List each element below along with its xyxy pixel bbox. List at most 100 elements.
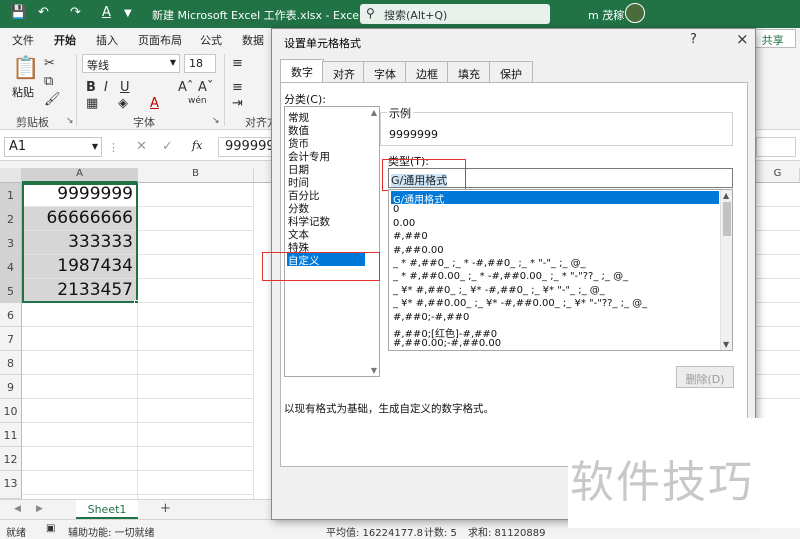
user-name[interactable]: m 茂稼 <box>588 7 624 23</box>
row-header-11[interactable]: 11 <box>0 423 22 447</box>
scroll-down-icon[interactable]: ▼ <box>371 366 377 375</box>
category-item[interactable]: 数值 <box>287 123 365 137</box>
row-header-2[interactable]: 2 <box>0 207 22 231</box>
tab-protection[interactable]: 保护 <box>489 61 533 83</box>
row-header-13[interactable]: 13 <box>0 471 22 499</box>
sheet-prev-icon[interactable]: ◀ <box>14 504 21 514</box>
column-header-g[interactable]: G <box>756 168 800 183</box>
customize-toolbar-icon[interactable]: ▼ <box>124 8 132 19</box>
category-item[interactable]: 常规 <box>287 110 365 124</box>
category-item[interactable]: 科学记数 <box>287 214 365 228</box>
cut-icon[interactable]: ✂ <box>44 56 55 71</box>
column-header-a[interactable]: A <box>22 168 138 183</box>
status-average[interactable]: 平均值: 16224177.8 <box>326 524 423 539</box>
phonetic-icon[interactable]: wén <box>188 96 207 106</box>
tab-file[interactable]: 文件 <box>12 32 34 48</box>
add-sheet-button[interactable]: + <box>160 501 171 516</box>
format-item[interactable]: _ ¥* #,##0_ ;_ ¥* -#,##0_ ;_ ¥* "-"_ ;_ … <box>391 285 719 298</box>
format-painter-icon[interactable]: 🖌 <box>44 92 61 107</box>
indent-icon[interactable]: ⇥ <box>232 96 243 111</box>
column-a-empty-cells[interactable] <box>22 303 138 499</box>
row-header-5[interactable]: 5 <box>0 279 22 303</box>
category-item[interactable]: 日期 <box>287 162 365 176</box>
format-list-scrollbar[interactable]: ▲ ▼ <box>720 190 732 350</box>
sheet-next-icon[interactable]: ▶ <box>36 504 43 514</box>
increase-font-icon[interactable]: Aˆ <box>178 80 193 95</box>
redo-icon[interactable]: ↷ <box>70 5 81 20</box>
accessibility-status[interactable]: 辅助功能: 一切就绪 <box>68 524 155 539</box>
tab-alignment[interactable]: 对齐 <box>322 61 366 83</box>
fill-color-icon[interactable]: ◈ <box>118 96 128 111</box>
font-size-select[interactable]: 18 <box>184 54 216 73</box>
tab-data[interactable]: 数据 <box>242 32 264 48</box>
scroll-up-icon[interactable]: ▲ <box>723 191 729 200</box>
column-header-c[interactable] <box>254 168 272 183</box>
undo-icon[interactable]: ↶ <box>38 5 49 20</box>
macro-record-icon[interactable]: ▣ <box>46 523 55 534</box>
insert-function-icon[interactable]: fx <box>192 139 202 152</box>
tab-border[interactable]: 边框 <box>405 61 449 83</box>
borders-icon[interactable]: ▦ <box>86 96 98 111</box>
help-icon[interactable]: ? <box>690 32 697 47</box>
format-item[interactable]: #,##0;-#,##0 <box>391 312 719 325</box>
format-item[interactable]: #,##0 <box>391 231 719 244</box>
tab-page-layout[interactable]: 页面布局 <box>138 32 182 48</box>
category-item[interactable]: 分数 <box>287 201 365 215</box>
scroll-down-icon[interactable]: ▼ <box>723 340 729 349</box>
tab-fill[interactable]: 填充 <box>447 61 491 83</box>
more-options-icon[interactable]: ⋮ <box>108 141 119 154</box>
paste-label[interactable]: 粘贴 <box>12 84 34 100</box>
tab-number[interactable]: 数字 <box>280 59 324 83</box>
align-left-icon[interactable]: ≡ <box>232 80 243 95</box>
format-item[interactable]: #,##0.00;-#,##0.00 <box>391 338 719 350</box>
row-header-7[interactable]: 7 <box>0 327 22 351</box>
clipboard-launcher-icon[interactable]: ↘ <box>66 116 74 126</box>
scroll-up-icon[interactable]: ▲ <box>371 108 377 117</box>
tab-home[interactable]: 开始 <box>54 32 76 52</box>
column-header-b[interactable]: B <box>138 168 254 183</box>
category-list[interactable]: 常规 数值 货币 会计专用 日期 时间 百分比 分数 科学记数 文本 特殊 自定… <box>284 106 380 377</box>
column-b-cells[interactable] <box>138 183 254 499</box>
row-header-1[interactable]: 1 <box>0 183 22 207</box>
formula-input-right[interactable] <box>756 137 796 157</box>
tab-formulas[interactable]: 公式 <box>200 32 222 48</box>
category-item[interactable]: 时间 <box>287 175 365 189</box>
font-name-select[interactable]: 等线 ▼ <box>82 54 180 73</box>
format-item[interactable]: _ * #,##0_ ;_ * -#,##0_ ;_ * "-"_ ;_ @_ <box>391 258 719 271</box>
close-icon[interactable]: × <box>736 30 749 48</box>
category-item[interactable]: 文本 <box>287 227 365 241</box>
delete-button[interactable]: 删除(D) <box>676 366 734 388</box>
format-item[interactable]: _ * #,##0.00_ ;_ * -#,##0.00_ ;_ * "-"??… <box>391 271 719 284</box>
paste-icon[interactable]: 📋 <box>12 56 39 81</box>
confirm-icon[interactable]: ✓ <box>162 139 173 154</box>
align-top-icon[interactable]: ≡ <box>232 56 243 71</box>
row-header-12[interactable]: 12 <box>0 447 22 471</box>
format-item[interactable]: 0.00 <box>391 218 719 231</box>
sheet-tab-sheet1[interactable]: Sheet1 <box>76 500 138 519</box>
row-header-10[interactable]: 10 <box>0 399 22 423</box>
tab-font[interactable]: 字体 <box>363 61 407 83</box>
font-color-quick-icon[interactable]: A <box>102 5 111 20</box>
row-header-8[interactable]: 8 <box>0 351 22 375</box>
save-icon[interactable]: 💾 <box>10 5 26 20</box>
select-all-corner[interactable] <box>0 168 22 183</box>
status-sum[interactable]: 求和: 81120889 <box>468 524 545 539</box>
format-item[interactable]: #,##0.00 <box>391 245 719 258</box>
cancel-icon[interactable]: ✕ <box>136 139 147 154</box>
format-item[interactable]: #,##0;[红色]-#,##0 <box>391 325 719 340</box>
underline-icon[interactable]: U <box>120 80 130 95</box>
category-item[interactable]: 百分比 <box>287 188 365 202</box>
row-header-9[interactable]: 9 <box>0 375 22 399</box>
font-launcher-icon[interactable]: ↘ <box>212 116 220 126</box>
format-list[interactable]: G/通用格式 0 0.00 #,##0 #,##0.00 _ * #,##0_ … <box>388 189 733 351</box>
decrease-font-icon[interactable]: Aˇ <box>198 80 213 95</box>
format-item-selected[interactable]: G/通用格式 <box>391 191 719 206</box>
format-item[interactable]: 0 <box>391 204 719 217</box>
row-header-4[interactable]: 4 <box>0 255 22 279</box>
formula-input[interactable]: 9999999 <box>218 137 278 157</box>
search-input[interactable]: ⚲ 搜索(Alt+Q) <box>360 4 550 24</box>
bold-icon[interactable]: B <box>86 80 96 95</box>
row-header-3[interactable]: 3 <box>0 231 22 255</box>
scroll-thumb[interactable] <box>723 202 731 236</box>
category-item[interactable]: 会计专用 <box>287 149 365 163</box>
